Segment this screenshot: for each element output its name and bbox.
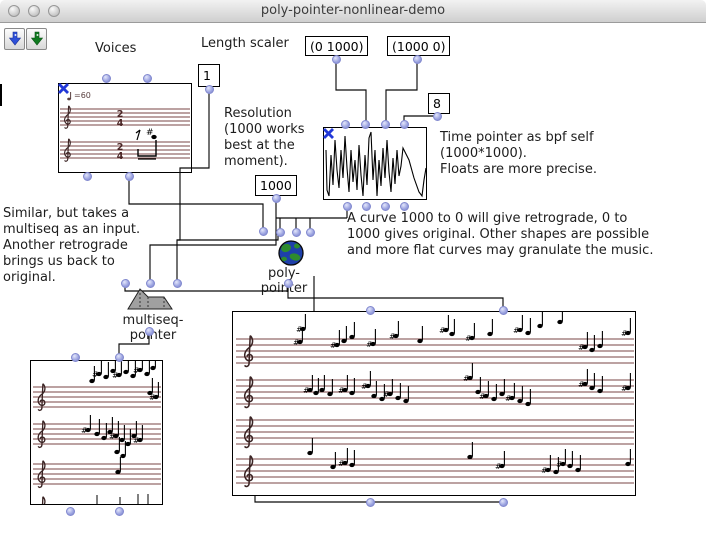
app-window: poly-pointer-nonlinear-demo Voices Lengt… — [0, 0, 706, 560]
voices-label: Voices — [95, 41, 136, 57]
connection-port[interactable] — [341, 120, 350, 129]
length-scaler-label: Length scaler — [201, 36, 289, 52]
connection-port[interactable] — [272, 194, 281, 203]
window-title: poly-pointer-nonlinear-demo — [0, 3, 706, 18]
connection-port[interactable] — [433, 112, 442, 121]
connection-port[interactable] — [361, 120, 370, 129]
value-box-resolution-value[interactable]: 1000 — [255, 175, 297, 196]
connection-port[interactable] — [306, 228, 315, 237]
connection-port[interactable] — [400, 202, 409, 211]
connection-port[interactable] — [146, 279, 155, 288]
resolution-comment: Resolution (1000 works best at the momen… — [224, 106, 316, 170]
connection-port[interactable] — [66, 507, 75, 516]
multiseq-pointer-trapezoid-icon[interactable] — [127, 288, 173, 310]
connection-port[interactable] — [366, 306, 375, 315]
multiseq-score-box[interactable] — [30, 360, 163, 505]
value-box-range-0-1000[interactable]: (0 1000) — [305, 36, 368, 56]
similar-comment: Similar, but takes a multiseq as an inpu… — [3, 206, 140, 286]
connection-port[interactable] — [115, 507, 124, 516]
connection-port[interactable] — [400, 120, 409, 129]
connection-port[interactable] — [83, 172, 92, 181]
value-box-length-scaler-value[interactable]: 1 — [198, 64, 220, 87]
connection-port[interactable] — [499, 306, 508, 315]
connection-port[interactable] — [362, 202, 371, 211]
connection-port[interactable] — [173, 279, 182, 288]
connection-port[interactable] — [413, 55, 422, 64]
output-score-box[interactable] — [232, 311, 636, 496]
connection-port[interactable] — [121, 279, 130, 288]
bpf-curve-box[interactable] — [323, 127, 427, 200]
poly-pointer-globe-icon[interactable] — [278, 240, 305, 267]
connection-port[interactable] — [499, 498, 508, 507]
blue-down-arrow-button[interactable] — [4, 28, 25, 50]
connection-port[interactable] — [292, 228, 301, 237]
connection-port[interactable] — [381, 120, 390, 129]
voices-score-box[interactable] — [58, 83, 192, 173]
connection-port[interactable] — [366, 498, 375, 507]
title-bar[interactable]: poly-pointer-nonlinear-demo — [0, 0, 706, 23]
value-box-range-1000-0[interactable]: (1000 0) — [387, 36, 450, 56]
connection-port[interactable] — [102, 74, 111, 83]
connection-port[interactable] — [343, 202, 352, 211]
connection-port[interactable] — [284, 279, 293, 288]
connection-port[interactable] — [143, 74, 152, 83]
curve-comment: A curve 1000 to 0 will give retrograde, … — [347, 211, 653, 259]
connection-port[interactable] — [115, 353, 124, 362]
connection-port[interactable] — [332, 55, 341, 64]
green-down-arrow-button[interactable] — [26, 28, 47, 50]
connection-port[interactable] — [205, 85, 214, 94]
connection-port[interactable] — [145, 327, 154, 336]
connection-port[interactable] — [276, 228, 285, 237]
offscreen-box-edge — [0, 84, 2, 106]
value-box-eight-value[interactable]: 8 — [428, 93, 450, 114]
connection-port[interactable] — [259, 227, 268, 236]
blue-down-arrow-icon — [8, 31, 22, 47]
connection-port[interactable] — [125, 172, 134, 181]
time-pointer-comment: Time pointer as bpf self (1000*1000). Fl… — [440, 130, 597, 178]
green-down-arrow-icon — [30, 31, 44, 47]
connection-port[interactable] — [381, 202, 390, 211]
connection-port[interactable] — [71, 353, 80, 362]
